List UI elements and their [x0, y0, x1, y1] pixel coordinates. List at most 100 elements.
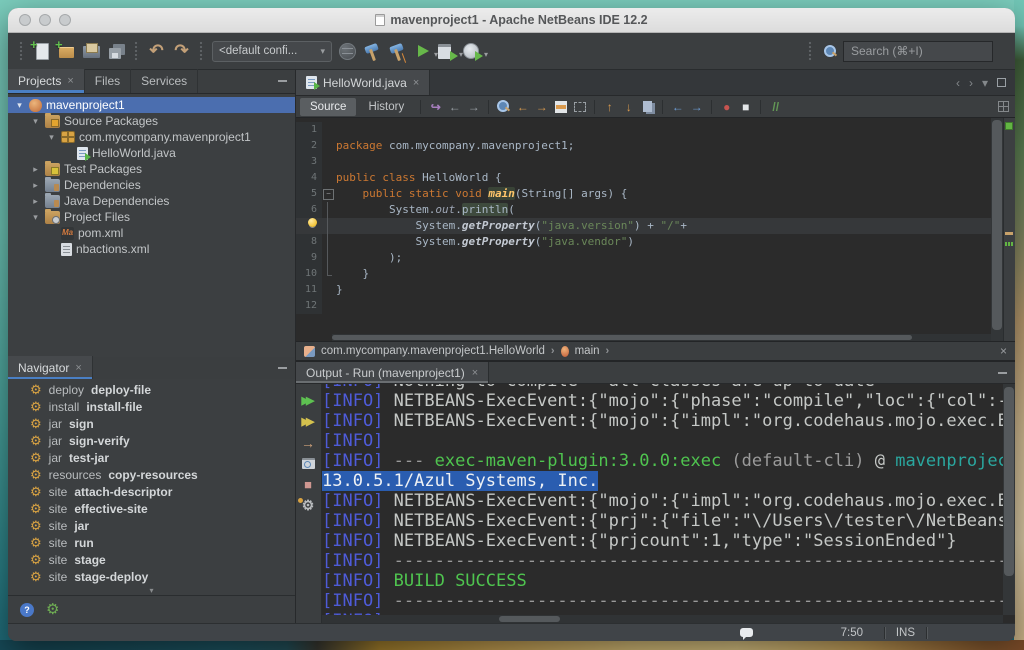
code-line-9[interactable]: 9 ); [296, 250, 991, 266]
tree-item-java-dependencies[interactable]: ▸Java Dependencies [8, 193, 295, 209]
search-input[interactable]: Search (⌘+I) [843, 41, 993, 62]
tab-services[interactable]: Services [131, 69, 198, 93]
output-line[interactable]: [INFO] ---------------------------------… [322, 551, 1003, 571]
project-configuration-select[interactable]: <default confi... ▾ [212, 41, 332, 62]
new-project-button[interactable] [55, 40, 78, 63]
output-line[interactable]: [INFO] [322, 431, 1003, 451]
zoom-window-button[interactable] [59, 14, 71, 26]
output-horizontal-scrollbar[interactable] [322, 615, 1003, 623]
maven-goal-jar-sign-verify[interactable]: ⚙jarsign-verify [8, 432, 295, 449]
shift-line-right-icon[interactable]: → [688, 98, 705, 116]
maven-goal-jar-sign[interactable]: ⚙jarsign [8, 415, 295, 432]
start-macro-recording-icon[interactable]: ● [718, 98, 735, 116]
close-icon[interactable]: × [472, 367, 478, 379]
scroll-tabs-right-icon[interactable]: › [969, 76, 973, 90]
debug-project-button[interactable]: ▾ [436, 40, 459, 63]
find-next-occurrence-icon[interactable]: → [533, 98, 550, 116]
tab-helloworld-java[interactable]: HelloWorld.java × [296, 70, 430, 95]
maven-goal-site-jar[interactable]: ⚙sitejar [8, 517, 295, 534]
tab-navigator[interactable]: Navigator × [8, 356, 93, 380]
code-line-6[interactable]: 6 System.out.println( [296, 202, 991, 218]
tree-item-mavenproject1[interactable]: ▾mavenproject1 [8, 97, 295, 113]
output-line[interactable]: [INFO] ---------------------------------… [322, 591, 1003, 611]
help-icon[interactable]: ? [20, 603, 34, 617]
open-project-button[interactable] [80, 40, 103, 63]
output-line[interactable]: [INFO] --- exec-maven-plugin:3.0.0:exec … [322, 451, 1003, 471]
scrollbar-thumb[interactable] [332, 335, 912, 340]
scroll-down-hint-icon[interactable]: ▾ [8, 587, 295, 595]
search-icon[interactable] [823, 44, 838, 59]
run-project-button[interactable]: ▾ [411, 40, 434, 63]
tree-item-helloworld-java[interactable]: HelloWorld.java [8, 145, 295, 161]
tree-item-dependencies[interactable]: ▸Dependencies [8, 177, 295, 193]
minimize-panel-icon[interactable] [278, 80, 287, 82]
code-line-2[interactable]: 2package com.mycompany.mavenproject1; [296, 138, 991, 154]
comment-icon[interactable]: // [767, 98, 784, 116]
breadcrumb-chevron-icon[interactable]: › [606, 345, 610, 357]
code-line-4[interactable]: 4public class HelloWorld { [296, 170, 991, 186]
scrollbar-thumb[interactable] [499, 616, 560, 622]
code-editor[interactable]: 12package com.mycompany.mavenproject1;34… [296, 118, 1015, 341]
rerun-with-parameters-icon[interactable]: ▶▶ [296, 412, 320, 431]
scroll-tabs-left-icon[interactable]: ‹ [956, 76, 960, 90]
maven-goal-install-install-file[interactable]: ⚙installinstall-file [8, 398, 295, 415]
tree-item-com-mycompany-mavenproject1[interactable]: ▾com.mycompany.mavenproject1 [8, 129, 295, 145]
rerun-icon[interactable]: ▶▶ [296, 391, 320, 410]
view-tab-source[interactable]: Source [300, 98, 356, 116]
clean-and-build-project-button[interactable] [386, 40, 409, 63]
save-all-button[interactable] [105, 40, 128, 63]
code-line-10[interactable]: 10 } [296, 266, 991, 282]
code-line-12[interactable]: 12 [296, 298, 991, 314]
redo-button[interactable]: ↷ [170, 40, 193, 63]
code-line-8[interactable]: 8 System.getProperty("java.vendor") [296, 234, 991, 250]
projects-tree[interactable]: ▾mavenproject1▾Source Packages▾com.mycom… [8, 94, 295, 357]
output-line[interactable]: [INFO] BUILD SUCCESS [322, 571, 1003, 591]
output-console[interactable]: [INFO] Nothing to compile - all classes … [322, 384, 1003, 615]
tree-item-source-packages[interactable]: ▾Source Packages [8, 113, 295, 129]
toggle-rectangular-selection-icon[interactable] [571, 98, 588, 116]
new-file-button[interactable] [30, 40, 53, 63]
find-selection-icon[interactable] [495, 98, 512, 116]
set-configuration-globe-button[interactable] [336, 40, 359, 63]
shift-line-left-icon[interactable]: ← [669, 98, 686, 116]
output-vertical-scrollbar[interactable] [1003, 384, 1015, 615]
run-goal-arrow-icon[interactable]: → [296, 433, 320, 452]
split-document-icon[interactable] [998, 101, 1009, 112]
output-settings-icon[interactable]: ⚙ [296, 496, 320, 515]
navigator-goal-list[interactable]: ⚙deploydeploy-file⚙installinstall-file⚙j… [8, 379, 295, 587]
breadcrumb-member[interactable]: main [575, 345, 600, 357]
breadcrumb-class[interactable]: com.mycompany.mavenproject1.HelloWorld [321, 345, 545, 357]
tab-list-chevron-icon[interactable]: ▾ [982, 76, 988, 90]
maven-goal-site-attach-descriptor[interactable]: ⚙siteattach-descriptor [8, 483, 295, 500]
jump-forward-icon[interactable]: → [465, 98, 482, 116]
breadcrumb-chevron-icon[interactable]: › [551, 345, 555, 357]
stop-build-icon[interactable]: ■ [296, 475, 320, 494]
output-line[interactable]: 13.0.5.1/Azul Systems, Inc. [322, 471, 1003, 491]
code-line-3[interactable]: 3 [296, 154, 991, 170]
output-line[interactable]: [INFO] Nothing to compile - all classes … [322, 384, 1003, 391]
output-line[interactable]: [INFO] NETBEANS-ExecEvent:{"mojo":{"impl… [322, 411, 1003, 431]
notification-balloon-icon[interactable] [740, 628, 753, 637]
last-edited-position-icon[interactable]: ↪ [427, 98, 444, 116]
output-line[interactable]: [INFO] NETBEANS-ExecEvent:{"prj":{"file"… [322, 511, 1003, 531]
maven-goal-site-effective-site[interactable]: ⚙siteeffective-site [8, 500, 295, 517]
scrollbar-thumb[interactable] [1004, 387, 1014, 576]
tree-item-project-files[interactable]: ▾Project Files [8, 209, 295, 225]
maven-goal-jar-test-jar[interactable]: ⚙jartest-jar [8, 449, 295, 466]
close-icon[interactable]: × [413, 77, 419, 89]
minimize-window-button[interactable] [39, 14, 51, 26]
tab-files[interactable]: Files [85, 69, 131, 93]
maven-goal-deploy-deploy-file[interactable]: ⚙deploydeploy-file [8, 381, 295, 398]
minimize-panel-icon[interactable] [998, 372, 1007, 374]
code-line-11[interactable]: 11} [296, 282, 991, 298]
maven-goal-site-run[interactable]: ⚙siterun [8, 534, 295, 551]
previous-bookmark-icon[interactable]: ↑ [601, 98, 618, 116]
stop-macro-recording-icon[interactable]: ■ [737, 98, 754, 116]
hint-bulb-icon[interactable] [308, 218, 317, 227]
output-line[interactable]: [INFO] NETBEANS-ExecEvent:{"mojo":{"impl… [322, 491, 1003, 511]
close-icon[interactable]: × [75, 362, 81, 374]
navigator-settings-gear-icon[interactable]: ⚙ [46, 602, 59, 617]
next-bookmark-icon[interactable]: ↓ [620, 98, 637, 116]
maven-goal-resources-copy-resources[interactable]: ⚙resourcescopy-resources [8, 466, 295, 483]
tree-item-test-packages[interactable]: ▸Test Packages [8, 161, 295, 177]
